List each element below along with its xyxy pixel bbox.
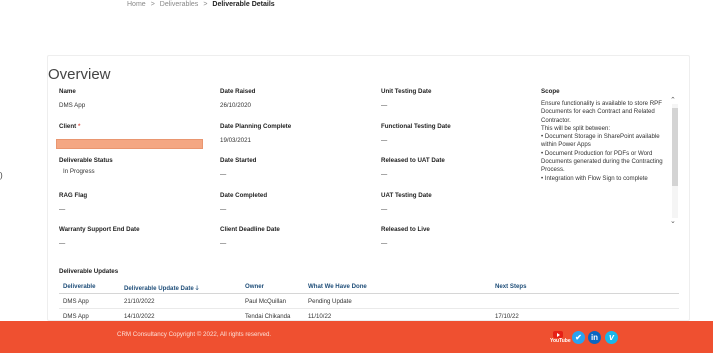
scope-text[interactable]: Ensure functionality is available to sto… [541, 100, 669, 218]
client-deadline-value: — [220, 240, 227, 247]
date-raised-label: Date Raised [220, 88, 256, 95]
released-live-label: Released to Live [381, 226, 430, 233]
name-field: Name DMS App [59, 88, 85, 109]
status-label: Deliverable Status [59, 157, 113, 164]
col-owner[interactable]: Owner [245, 283, 264, 290]
name-label: Name [59, 88, 76, 95]
page-title: Overview [48, 66, 111, 83]
breadcrumb-separator: > [203, 1, 208, 8]
completed-value: — [220, 206, 227, 213]
twitter-icon[interactable]: ✔ [572, 331, 585, 344]
cell-date: 14/10/2022 [124, 313, 155, 320]
breadcrumb: Home > Deliverables > Deliverable Details [127, 1, 275, 8]
planning-value: 19/03/2021 [220, 137, 251, 144]
date-raised-value: 26/10/2020 [220, 102, 251, 109]
started-value: — [220, 171, 227, 178]
functional-label: Functional Testing Date [381, 123, 451, 130]
deliverable-status-field: Deliverable Status [59, 157, 113, 164]
rag-value: — [59, 206, 66, 213]
released-live-field: Released to Live — [381, 226, 430, 247]
scope-label: Scope [541, 88, 560, 95]
cell-what: 11/10/22 [308, 313, 332, 320]
required-marker: * [77, 123, 81, 130]
date-started-field: Date Started — [220, 157, 256, 178]
name-value: DMS App [59, 102, 86, 109]
planning-label: Date Planning Complete [220, 123, 292, 130]
client-deadline-label: Client Deadline Date [220, 226, 280, 233]
table-row[interactable]: DMS App 21/10/2022 Paul McQuillan Pendin… [59, 294, 679, 309]
footer: CRM Consultancy Copyright © 2022, All ri… [0, 321, 713, 353]
planning-complete-field: Date Planning Complete 19/03/2021 [220, 123, 291, 144]
uat-testing-field: UAT Testing Date — [381, 192, 432, 213]
uat-testing-value: — [381, 206, 388, 213]
col-deliverable[interactable]: Deliverable [63, 283, 96, 290]
started-label: Date Started [220, 157, 257, 164]
scope-field: Scope [541, 88, 560, 95]
cell-deliverable: DMS App [63, 313, 89, 320]
client-label: Client [59, 123, 77, 130]
released-uat-label: Released to UAT Date [381, 157, 445, 164]
released-uat-value: — [381, 171, 388, 178]
youtube-icon[interactable]: YouTube [550, 331, 571, 344]
unit-testing-label: Unit Testing Date [381, 88, 432, 95]
released-live-value: — [381, 240, 388, 247]
date-raised-field: Date Raised 26/10/2020 [220, 88, 255, 109]
col-update-date[interactable]: Deliverable Update Date 🡓 [124, 283, 199, 294]
uat-testing-label: UAT Testing Date [381, 192, 432, 199]
col-what-done[interactable]: What We Have Done [308, 283, 367, 290]
cell-what: Pending Update [308, 298, 352, 305]
functional-value: — [381, 137, 388, 144]
left-edge-glyph: ) [0, 171, 3, 180]
client-deadline-field: Client Deadline Date — [220, 226, 280, 247]
rag-label: RAG Flag [59, 192, 88, 199]
cell-owner: Paul McQuillan [245, 298, 286, 305]
deliverable-updates-title: Deliverable Updates [59, 268, 119, 275]
unit-testing-field: Unit Testing Date — [381, 88, 431, 109]
scrollbar-thumb[interactable] [672, 108, 678, 186]
youtube-wordmark: YouTube [550, 338, 571, 344]
breadcrumb-current: Deliverable Details [212, 1, 275, 8]
overview-card: Overview Name DMS App Client * Deliverab… [47, 55, 690, 324]
sort-down-icon: 🡓 [195, 285, 199, 292]
copyright-text: CRM Consultancy Copyright © 2022, All ri… [117, 331, 272, 338]
breadcrumb-deliverables[interactable]: Deliverables [160, 1, 199, 8]
updates-table: Deliverable Deliverable Update Date 🡓 Ow… [59, 280, 679, 324]
status-value: In Progress [63, 168, 95, 175]
warranty-field: Warranty Support End Date — [59, 226, 140, 247]
released-uat-field: Released to UAT Date — [381, 157, 445, 178]
functional-testing-field: Functional Testing Date — [381, 123, 451, 144]
client-input[interactable] [56, 139, 203, 149]
client-field: Client * [59, 123, 80, 130]
date-completed-field: Date Completed — [220, 192, 267, 213]
warranty-label: Warranty Support End Date [59, 226, 140, 233]
cell-date: 21/10/2022 [124, 298, 155, 305]
scroll-down-icon[interactable]: ⌄ [670, 218, 676, 226]
rag-flag-field: RAG Flag — [59, 192, 87, 213]
completed-label: Date Completed [220, 192, 268, 199]
warranty-value: — [59, 240, 66, 247]
col-next-steps[interactable]: Next Steps [495, 283, 527, 290]
unit-testing-value: — [381, 102, 388, 109]
cell-deliverable: DMS App [63, 298, 89, 305]
vimeo-icon[interactable]: v [605, 331, 618, 344]
cell-next: 17/10/22 [495, 313, 519, 320]
linkedin-icon[interactable]: in [588, 331, 601, 344]
col-update-date-label: Deliverable Update Date [124, 285, 194, 292]
cell-owner: Tendai Chikanda [245, 313, 291, 320]
scope-scrollbar[interactable]: ⌃ ⌄ [669, 94, 681, 228]
breadcrumb-home[interactable]: Home [127, 1, 146, 8]
breadcrumb-separator: > [150, 1, 155, 8]
table-header: Deliverable Deliverable Update Date 🡓 Ow… [59, 280, 679, 294]
